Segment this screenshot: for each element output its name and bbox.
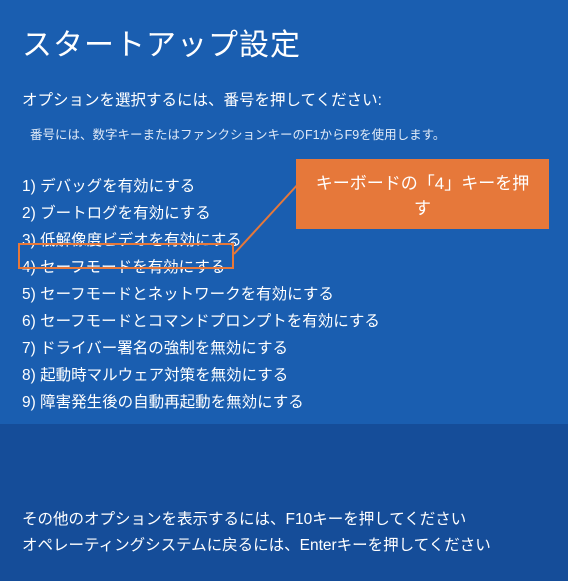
- footer-line-2: オペレーティングシステムに戻るには、Enterキーを押してください: [22, 533, 491, 559]
- footer-line-1: その他のオプションを表示するには、F10キーを押してください: [22, 507, 491, 533]
- instruction-text: オプションを選択するには、番号を押してください:: [0, 64, 568, 110]
- option-4[interactable]: 4) セーフモードを有効にする: [22, 254, 568, 281]
- option-8[interactable]: 8) 起動時マルウェア対策を無効にする: [22, 362, 568, 389]
- option-7[interactable]: 7) ドライバー署名の強制を無効にする: [22, 335, 568, 362]
- option-2[interactable]: 2) ブートログを有効にする: [22, 200, 568, 227]
- footer: その他のオプションを表示するには、F10キーを押してください オペレーティングシ…: [22, 507, 491, 559]
- hint-text: 番号には、数字キーまたはファンクションキーのF1からF9を使用します。: [0, 110, 568, 143]
- option-9[interactable]: 9) 障害発生後の自動再起動を無効にする: [22, 389, 568, 416]
- option-3[interactable]: 3) 低解像度ビデオを有効にする: [22, 227, 568, 254]
- option-6[interactable]: 6) セーフモードとコマンドプロンプトを有効にする: [22, 308, 568, 335]
- options-list: 1) デバッグを有効にする 2) ブートログを有効にする 3) 低解像度ビデオを…: [0, 143, 568, 416]
- option-1[interactable]: 1) デバッグを有効にする: [22, 173, 568, 200]
- option-5[interactable]: 5) セーフモードとネットワークを有効にする: [22, 281, 568, 308]
- page-title: スタートアップ設定: [0, 0, 568, 64]
